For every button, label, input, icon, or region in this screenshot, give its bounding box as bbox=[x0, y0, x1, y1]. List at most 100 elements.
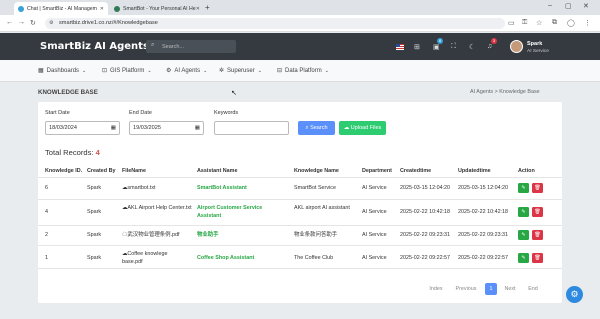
profile-icon[interactable]: ◯ bbox=[567, 19, 575, 27]
url-text: smartbiz.drive1.co.nz/#/Knowledgebase bbox=[59, 20, 158, 26]
cart-icon[interactable]: ▣ bbox=[433, 43, 440, 51]
cell-id: 1 bbox=[45, 255, 48, 261]
cell-assistant[interactable]: Airport Customer Service Assistant bbox=[197, 205, 269, 220]
cell-department: AI Service bbox=[362, 209, 387, 215]
cell-filename[interactable]: ☁smartbot.txt bbox=[122, 185, 192, 193]
settings-fab-button[interactable]: ⚙ bbox=[566, 286, 583, 303]
delete-button[interactable]: 🗑 bbox=[532, 183, 543, 193]
pagination-previous[interactable]: Previous bbox=[452, 283, 480, 295]
delete-button[interactable]: 🗑 bbox=[532, 230, 543, 240]
close-icon[interactable]: ✕ bbox=[196, 6, 200, 12]
browser-tab-chat[interactable]: Chat | SmartBiz - AI Managem ✕ bbox=[14, 2, 108, 15]
bookmark-icon[interactable]: ☆ bbox=[536, 19, 542, 27]
pagination-next[interactable]: Next bbox=[501, 283, 519, 295]
main-menu: ▦ Dashboards ⌄ ⊡ GIS Platform ⌄ ⚙ AI Age… bbox=[0, 60, 600, 82]
edit-button[interactable]: ✎ bbox=[518, 183, 529, 193]
cast-icon[interactable]: ▭ bbox=[508, 19, 515, 27]
col-header-id: Knowledge ID. bbox=[45, 168, 83, 174]
menu-gis-platform[interactable]: ⊡ GIS Platform ⌄ bbox=[102, 67, 152, 75]
edit-button[interactable]: ✎ bbox=[518, 253, 529, 263]
avatar[interactable] bbox=[510, 40, 523, 53]
minimize-icon[interactable]: – bbox=[548, 2, 552, 9]
new-tab-icon[interactable]: + bbox=[205, 3, 210, 12]
menu-label: Data Platform bbox=[285, 67, 322, 74]
search-button[interactable]: ⌕ Search bbox=[298, 121, 335, 135]
close-window-icon[interactable]: ✕ bbox=[583, 2, 589, 10]
site-info-icon[interactable]: ⚙ bbox=[49, 18, 53, 29]
filename-text: 武汉物业管理条例.pdf bbox=[127, 232, 180, 238]
calendar-icon[interactable]: ▦ bbox=[111, 125, 116, 131]
user-name[interactable]: Spark bbox=[527, 41, 542, 47]
col-header-updatedtime: Updatedtime bbox=[458, 168, 491, 174]
fullscreen-icon[interactable]: ⛶ bbox=[451, 43, 456, 51]
trash-icon: 🗑 bbox=[534, 255, 541, 261]
cell-assistant[interactable]: Coffee Shop Assistant bbox=[197, 255, 254, 263]
menu-dashboards[interactable]: ▦ Dashboards ⌄ bbox=[38, 67, 87, 75]
end-date-input[interactable]: 19/03/2025 ▦ bbox=[129, 121, 204, 135]
breadcrumb[interactable]: AI Agents > Knowledge Base bbox=[470, 89, 540, 95]
map-icon: ⊡ bbox=[102, 68, 108, 74]
divider bbox=[38, 177, 562, 178]
extensions-icon[interactable]: ⧉ bbox=[552, 19, 557, 27]
cell-knowledge-name: 物业条款问答助手 bbox=[294, 232, 338, 238]
cell-department: AI Service bbox=[362, 232, 387, 238]
edit-button[interactable]: ✎ bbox=[518, 207, 529, 217]
divider bbox=[38, 245, 562, 246]
close-icon[interactable]: ✕ bbox=[100, 6, 104, 12]
menu-dots-icon[interactable]: ⋮ bbox=[584, 19, 591, 27]
bell-icon[interactable]: ♫ bbox=[487, 43, 492, 50]
cell-assistant[interactable]: 物业助手 bbox=[197, 232, 219, 240]
reload-icon[interactable]: ↻ bbox=[30, 19, 36, 27]
upload-files-button[interactable]: ☁ Upload Files bbox=[339, 121, 386, 135]
delete-button[interactable]: 🗑 bbox=[532, 207, 543, 217]
menu-label: GIS Platform bbox=[110, 67, 145, 74]
pagination-page-1[interactable]: 1 bbox=[485, 283, 497, 295]
apps-grid-icon[interactable]: ⊞ bbox=[414, 43, 420, 51]
cell-createdtime: 2025-02-22 09:22:57 bbox=[400, 255, 451, 261]
cell-filename[interactable]: ☁AKL Airport Help Center.txt bbox=[122, 205, 192, 213]
menu-data-platform[interactable]: ⊟ Data Platform ⌄ bbox=[277, 67, 329, 75]
chevron-down-icon: ⌄ bbox=[147, 67, 152, 74]
chevron-down-icon: ⌄ bbox=[82, 67, 87, 74]
pagination-end[interactable]: End bbox=[524, 283, 542, 295]
keywords-input[interactable] bbox=[214, 121, 289, 135]
back-icon[interactable]: ← bbox=[6, 19, 13, 26]
cell-updatedtime: 2025-02-22 09:23:31 bbox=[458, 232, 509, 238]
menu-superuser[interactable]: ✲ Superuser ⌄ bbox=[219, 67, 262, 75]
brand-title: SmartBiz AI Agents bbox=[40, 41, 149, 52]
chevron-down-icon: ⌄ bbox=[324, 67, 329, 74]
total-count: 4 bbox=[95, 148, 100, 157]
cell-filename[interactable]: ☁武汉物业管理条例.pdf bbox=[122, 232, 194, 240]
cart-badge: 8 bbox=[437, 38, 443, 44]
maximize-icon[interactable]: ▢ bbox=[565, 2, 572, 10]
search-icon: ⌕ bbox=[151, 42, 155, 48]
menu-ai-agents[interactable]: ⚙ AI Agents ⌄ bbox=[166, 67, 207, 75]
divider bbox=[38, 225, 562, 226]
divider bbox=[38, 199, 562, 200]
cell-filename[interactable]: ☁Coffee knowlege base.pdf bbox=[122, 251, 182, 266]
pagination-index[interactable]: Index bbox=[425, 283, 447, 295]
cell-created-by: Spark bbox=[87, 255, 102, 261]
forward-icon[interactable]: → bbox=[18, 19, 25, 26]
cell-created-by: Spark bbox=[87, 209, 102, 215]
browser-tab-smartbot[interactable]: SmartBot - Your Personal AI He ✕ bbox=[110, 2, 204, 15]
menu-label: AI Agents bbox=[174, 67, 201, 74]
edit-button[interactable]: ✎ bbox=[518, 230, 529, 240]
cell-id: 2 bbox=[45, 232, 48, 238]
cell-createdtime: 2025-02-22 10:42:18 bbox=[400, 209, 451, 215]
url-field[interactable]: ⚙ smartbiz.drive1.co.nz/#/Knowledgebase bbox=[45, 18, 505, 29]
language-flag-icon[interactable] bbox=[396, 44, 404, 50]
tab-title: SmartBot - Your Personal AI He bbox=[123, 5, 196, 12]
key-icon[interactable]: ⚿ bbox=[522, 19, 527, 27]
header-search-input[interactable]: ⌕ Search... bbox=[146, 40, 236, 53]
cell-assistant[interactable]: SmartBot Assistant bbox=[197, 185, 287, 193]
moon-icon[interactable]: ☾ bbox=[469, 43, 475, 51]
calendar-icon[interactable]: ▦ bbox=[195, 125, 200, 131]
start-date-input[interactable]: 18/03/2024 ▦ bbox=[45, 121, 120, 135]
cell-created-by: Spark bbox=[87, 232, 102, 238]
delete-button[interactable]: 🗑 bbox=[532, 253, 543, 263]
gear-icon: ⚙ bbox=[570, 289, 579, 299]
col-header-knowledge-name: Knowledge Name bbox=[294, 168, 339, 174]
tab-favicon-icon bbox=[18, 5, 24, 12]
end-date-value: 19/03/2025 bbox=[133, 125, 161, 131]
